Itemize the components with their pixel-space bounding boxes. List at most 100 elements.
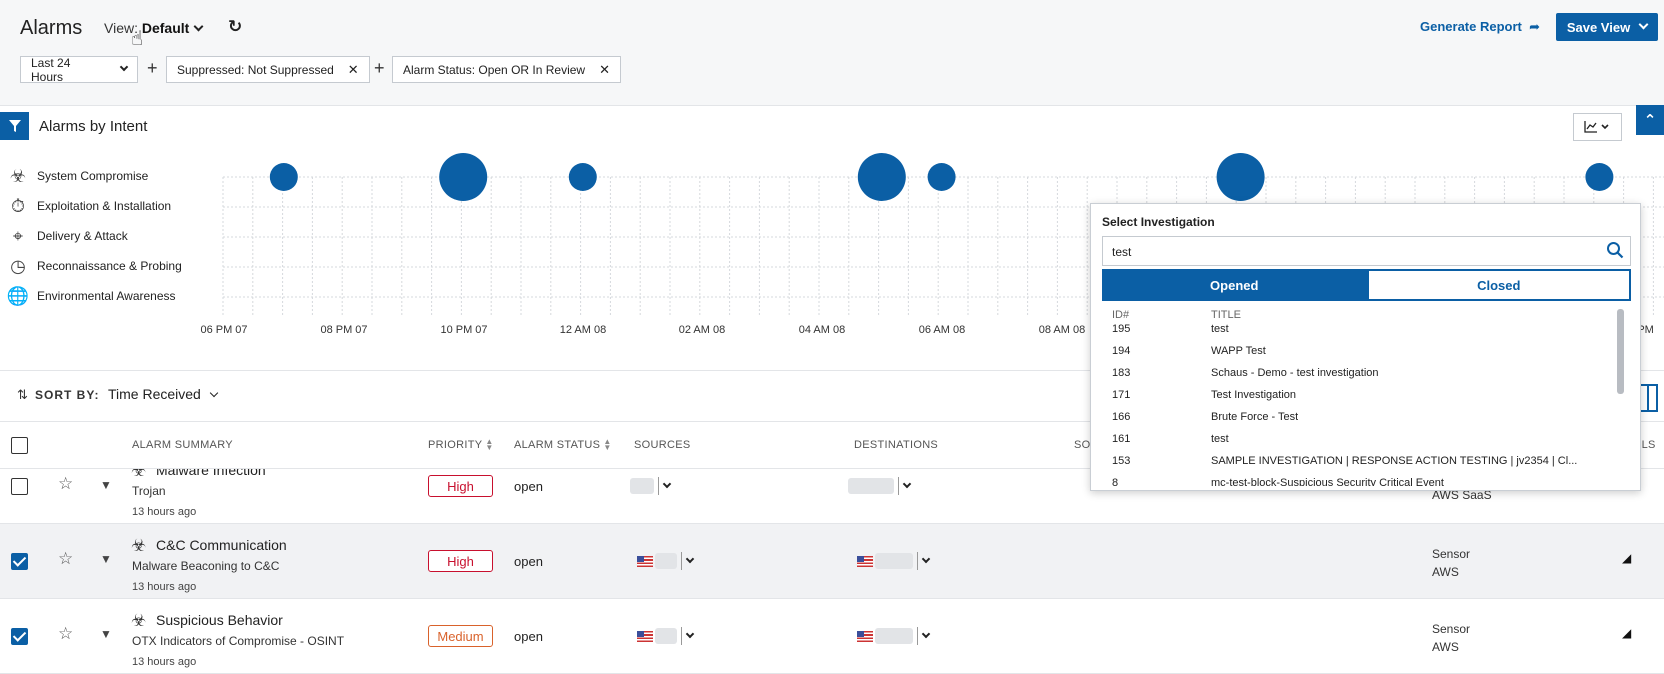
- investigation-title: SAMPLE INVESTIGATION | RESPONSE ACTION T…: [1211, 455, 1578, 467]
- investigation-id: 183: [1112, 367, 1131, 379]
- destination-ip[interactable]: [857, 552, 931, 570]
- investigation-item[interactable]: 171 Test Investigation: [1091, 389, 1591, 407]
- column-sources[interactable]: SOURCES: [634, 439, 691, 451]
- row-checkbox[interactable]: [11, 553, 28, 570]
- tag-icon[interactable]: ◢: [1622, 626, 1631, 640]
- share-arrow-icon: ➦: [1525, 19, 1541, 34]
- row-checkbox[interactable]: [11, 478, 28, 495]
- source-ip[interactable]: [630, 477, 672, 495]
- destination-ip[interactable]: [848, 477, 912, 495]
- alarm-bubble[interactable]: [857, 153, 906, 201]
- chevron-down-icon: [921, 554, 931, 564]
- add-filter-icon[interactable]: +: [374, 58, 385, 79]
- sensor-type: Sensor: [1432, 547, 1471, 561]
- alarm-subtype: Trojan: [132, 484, 166, 498]
- sort-arrows-icon: ▲ ▼: [485, 437, 494, 453]
- table-row[interactable]: ☆ ▼ ☣ C&C Communication Malware Beaconin…: [0, 524, 1664, 599]
- chevron-down-icon: [119, 62, 129, 71]
- funnel-icon[interactable]: ▼: [100, 478, 112, 492]
- alarm-time: 13 hours ago: [132, 581, 197, 593]
- investigation-title: test: [1211, 323, 1229, 335]
- funnel-icon[interactable]: ▼: [100, 627, 112, 641]
- investigation-item[interactable]: 183 Schaus - Demo - test investigation: [1091, 367, 1591, 385]
- star-icon[interactable]: ☆: [58, 549, 73, 569]
- biohazard-icon: ☣: [131, 469, 147, 480]
- source-ip[interactable]: [637, 552, 695, 570]
- alarm-bubble[interactable]: [269, 163, 298, 191]
- biohazard-icon: ☣: [131, 536, 147, 555]
- alarm-status-filter-label: Alarm Status:: [403, 62, 476, 77]
- intent-label-delivery: Delivery & Attack: [37, 229, 128, 243]
- priority-badge: Medium: [428, 625, 493, 647]
- alarm-name[interactable]: Malware Infection: [156, 469, 266, 478]
- alarm-name[interactable]: Suspicious Behavior: [156, 612, 283, 628]
- sort-by-label: SORT BY:: [35, 388, 100, 402]
- investigation-item[interactable]: 195 test: [1091, 323, 1591, 341]
- column-alarm-summary[interactable]: ALARM SUMMARY: [132, 439, 233, 451]
- view-selector[interactable]: View: Default: [104, 20, 204, 36]
- suppressed-filter[interactable]: Suppressed: Not Suppressed ✕: [166, 56, 370, 83]
- row-checkbox[interactable]: [11, 628, 28, 645]
- column-id: ID#: [1112, 309, 1130, 321]
- alarm-status-filter[interactable]: Alarm Status: Open OR In Review ✕: [392, 56, 621, 83]
- chevron-down-icon: [685, 554, 695, 564]
- column-destinations[interactable]: DESTINATIONS: [854, 439, 938, 451]
- generate-report-button[interactable]: Generate Report ➦: [1420, 19, 1540, 35]
- select-all-checkbox[interactable]: [11, 437, 28, 454]
- close-icon[interactable]: ✕: [348, 62, 359, 78]
- us-flag-icon: [857, 630, 873, 642]
- sort-by-dropdown[interactable]: Time Received: [108, 386, 219, 402]
- alarm-bubble[interactable]: [1585, 163, 1614, 191]
- add-filter-icon[interactable]: +: [147, 58, 158, 79]
- table-row[interactable]: ☆ ▼ ☣ Suspicious Behavior OTX Indicators…: [0, 599, 1664, 674]
- us-flag-icon: [637, 630, 653, 642]
- view-value: Default: [141, 20, 190, 36]
- alarm-status-filter-value: Open OR In Review: [478, 62, 586, 77]
- select-investigation-popup: Select Investigation test Opened Closed …: [1090, 203, 1641, 491]
- source-ip[interactable]: [637, 627, 695, 645]
- alarm-bubble[interactable]: [1216, 153, 1265, 201]
- suppressed-filter-label: Suppressed:: [177, 62, 245, 77]
- x-tick-label: 02 AM 08: [679, 324, 725, 336]
- investigation-item[interactable]: 166 Brute Force - Test: [1091, 411, 1591, 429]
- alarm-name[interactable]: C&C Communication: [156, 537, 287, 553]
- popup-scrollbar[interactable]: [1617, 309, 1624, 394]
- alarm-bubble[interactable]: [927, 163, 956, 191]
- destination-ip[interactable]: [857, 627, 931, 645]
- crosshair-icon: ⌖: [12, 225, 24, 246]
- page-header: Alarms View: Default ↻ ☝ Generate Report…: [0, 0, 1664, 106]
- us-flag-icon: [637, 555, 653, 567]
- column-alarm-status-label: ALARM STATUS: [514, 439, 601, 451]
- close-icon[interactable]: ✕: [599, 62, 610, 78]
- column-priority[interactable]: PRIORITY ▲ ▼: [428, 437, 494, 453]
- save-view-label: Save View: [1566, 19, 1631, 35]
- investigation-title: Brute Force - Test: [1211, 411, 1299, 423]
- investigation-id: 161: [1112, 433, 1131, 445]
- column-alarm-status[interactable]: ALARM STATUS ▲ ▼: [514, 438, 612, 452]
- investigation-id: 194: [1112, 345, 1131, 357]
- refresh-icon[interactable]: ↻: [228, 17, 242, 37]
- funnel-icon[interactable]: ▼: [100, 552, 112, 566]
- investigation-title: mc-test-block-Suspicious Security Critic…: [1211, 477, 1444, 486]
- investigation-item[interactable]: 161 test: [1091, 433, 1591, 451]
- tag-icon[interactable]: ◢: [1622, 551, 1631, 565]
- alarm-bubble[interactable]: [568, 163, 597, 191]
- star-icon[interactable]: ☆: [58, 474, 73, 494]
- investigation-id: 166: [1112, 411, 1131, 423]
- investigation-item[interactable]: 8 mc-test-block-Suspicious Security Criti…: [1091, 477, 1591, 486]
- investigation-item[interactable]: 194 WAPP Test: [1091, 345, 1591, 363]
- hand-cursor-icon: ☝: [131, 28, 144, 50]
- alarm-time: 13 hours ago: [132, 656, 197, 668]
- alarm-bubble[interactable]: [439, 153, 488, 201]
- time-range-filter[interactable]: Last 24 Hours: [20, 55, 138, 84]
- investigation-item[interactable]: 153 SAMPLE INVESTIGATION | RESPONSE ACTIO…: [1091, 455, 1591, 473]
- biohazard-icon: ☣: [9, 165, 27, 186]
- globe-icon: 🌐: [6, 285, 30, 306]
- chevron-down-icon: [662, 479, 672, 489]
- save-view-button[interactable]: Save View: [1556, 13, 1658, 41]
- chevron-down-icon: [193, 21, 204, 32]
- star-icon[interactable]: ☆: [58, 624, 73, 644]
- time-range-label: Last 24 Hours: [31, 55, 71, 84]
- x-tick-label: 12 AM 08: [560, 324, 606, 336]
- alarm-subtype: OTX Indicators of Compromise - OSINT: [132, 634, 345, 648]
